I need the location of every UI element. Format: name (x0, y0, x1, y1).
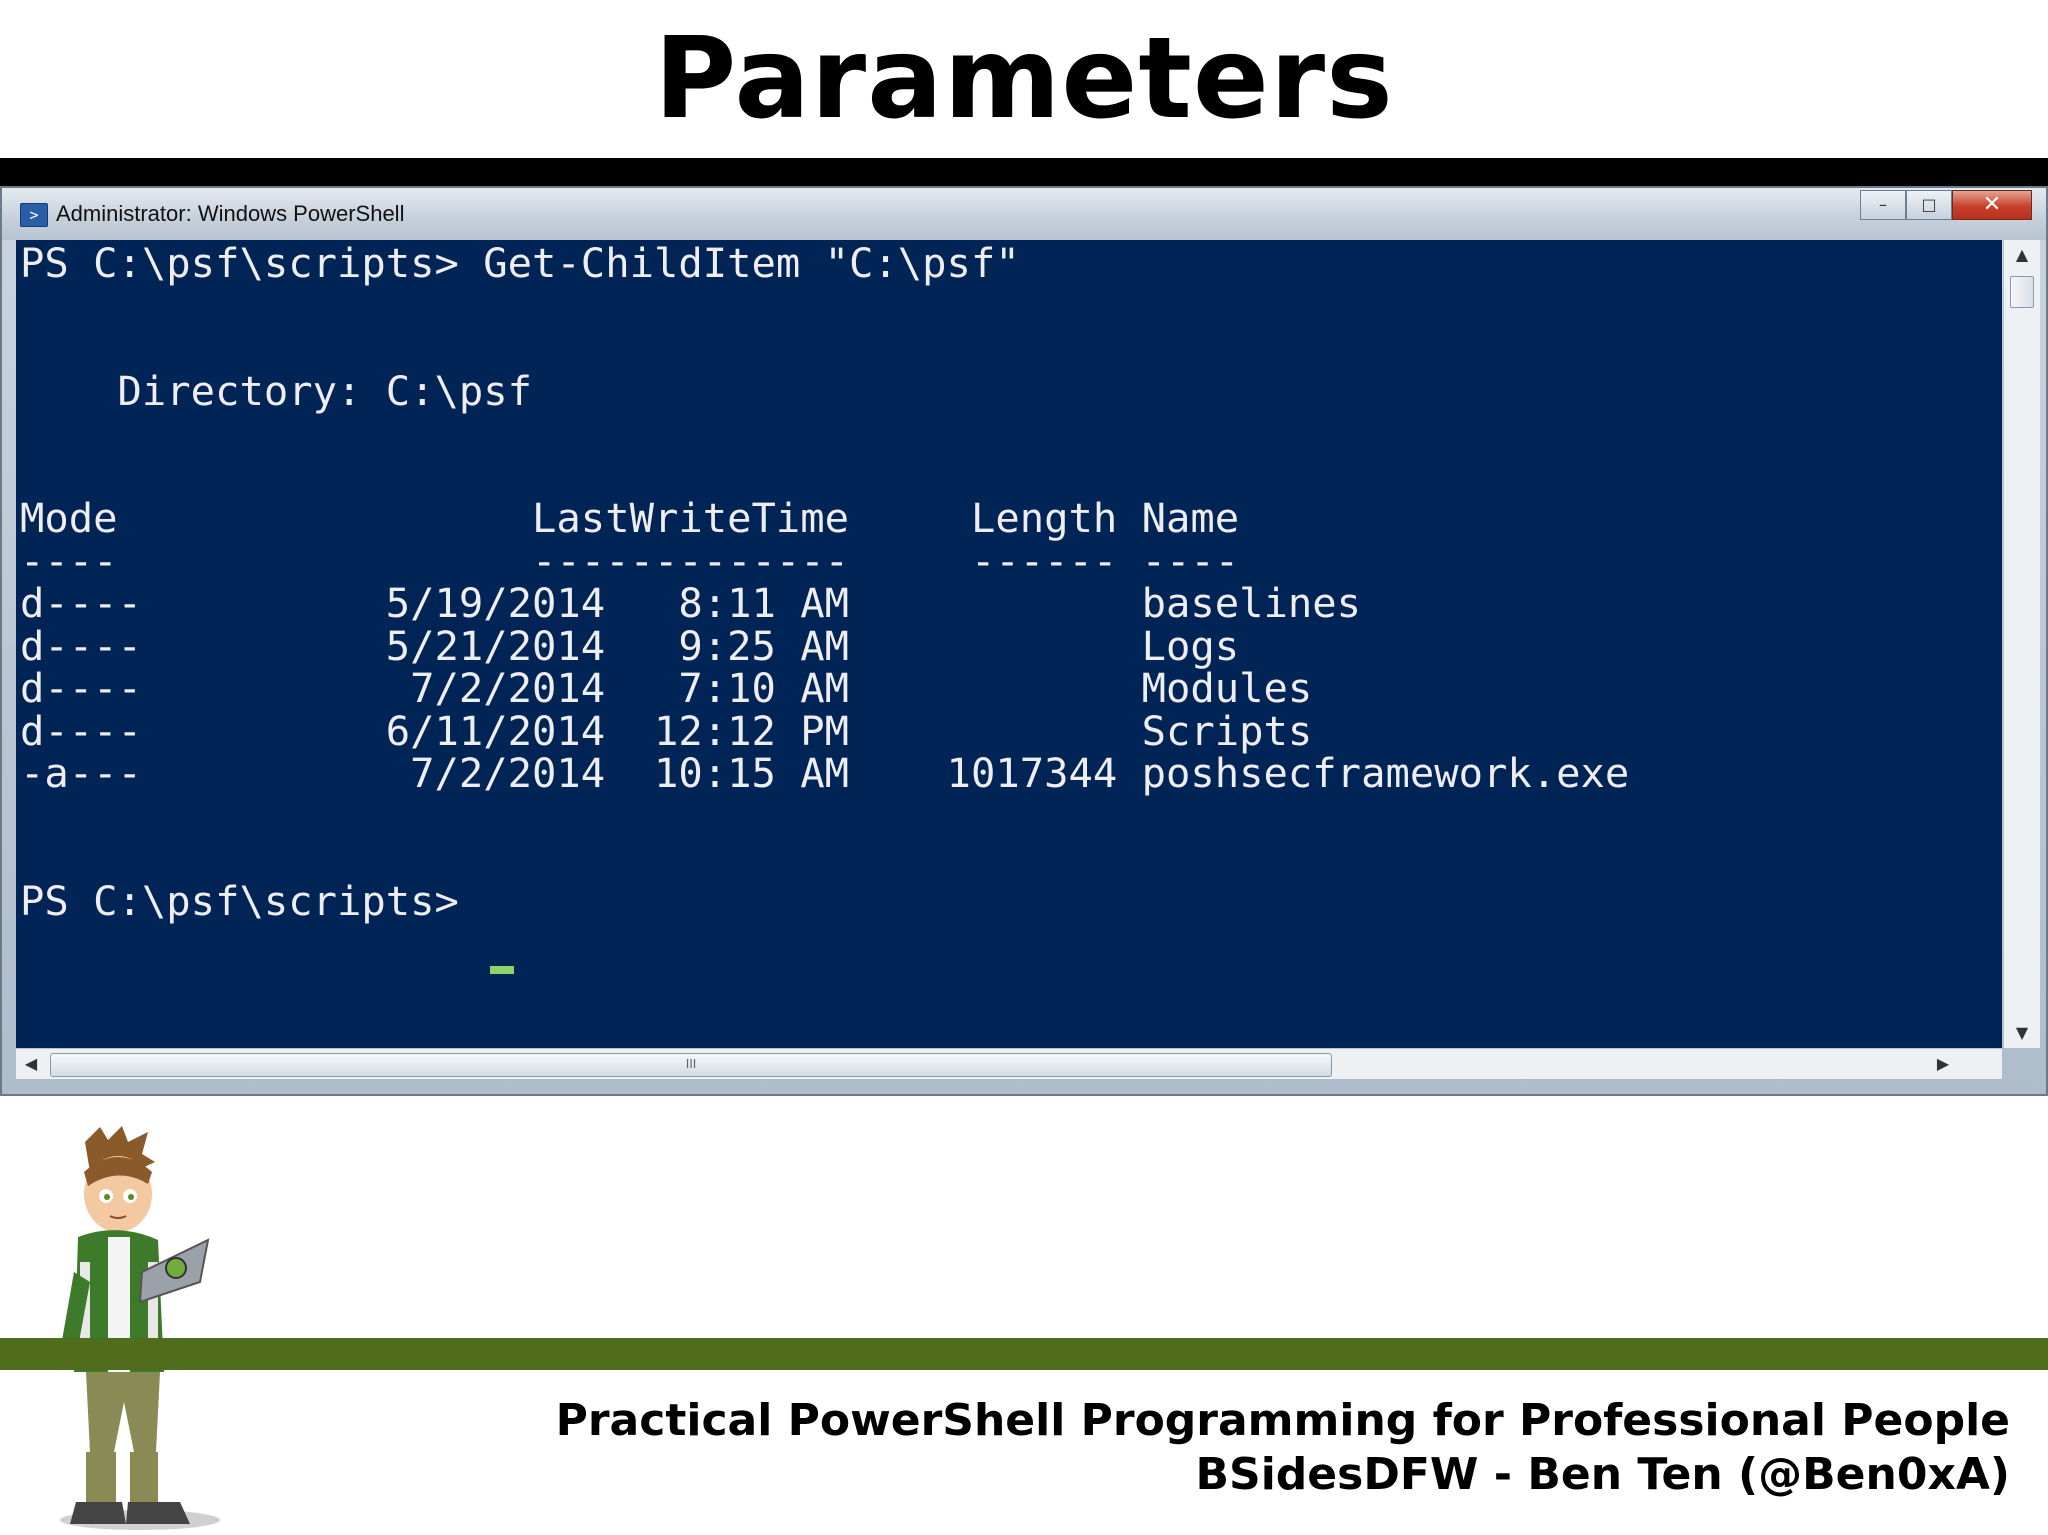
scroll-left-arrow-icon[interactable]: ◀ (16, 1049, 46, 1079)
vertical-scrollbar[interactable]: ▲ ▼ (2003, 240, 2040, 1048)
footer-accent-bar (0, 1338, 2048, 1370)
close-button[interactable]: ✕ (1952, 190, 2032, 220)
console-area[interactable]: PS C:\psf\scripts> Get-ChildItem "C:\psf… (16, 240, 2002, 1048)
horizontal-scrollbar[interactable]: ◀ III ▶ (16, 1048, 2002, 1079)
scroll-up-arrow-icon[interactable]: ▲ (2004, 240, 2040, 270)
title-divider-bar (0, 158, 2048, 186)
window-title: Administrator: Windows PowerShell (56, 201, 405, 226)
scroll-down-arrow-icon[interactable]: ▼ (2004, 1018, 2040, 1048)
presenter-credit: BSidesDFW - Ben Ten (@Ben0xA) (1195, 1449, 2011, 1500)
text-cursor (490, 966, 514, 974)
minimize-button[interactable]: – (1860, 190, 1906, 220)
presentation-title: Practical PowerShell Programming for Pro… (555, 1395, 2010, 1446)
console-output: PS C:\psf\scripts> Get-ChildItem "C:\psf… (20, 240, 1630, 925)
slide-title: Parameters (654, 14, 1394, 144)
powershell-window: > Administrator: Windows PowerShell – □ … (0, 186, 2048, 1096)
maximize-button[interactable]: □ (1906, 190, 1952, 220)
footer: Practical PowerShell Programming for Pro… (556, 1394, 2010, 1502)
vertical-scroll-thumb[interactable] (2010, 276, 2034, 308)
window-controls: – □ ✕ (1860, 190, 2032, 220)
presenter-character-illustration (60, 1126, 220, 1530)
window-titlebar[interactable]: > Administrator: Windows PowerShell – □ … (2, 188, 2046, 240)
scroll-right-arrow-icon[interactable]: ▶ (1928, 1049, 1958, 1079)
horizontal-scroll-thumb[interactable]: III (50, 1053, 1332, 1077)
powershell-icon: > (20, 203, 48, 227)
